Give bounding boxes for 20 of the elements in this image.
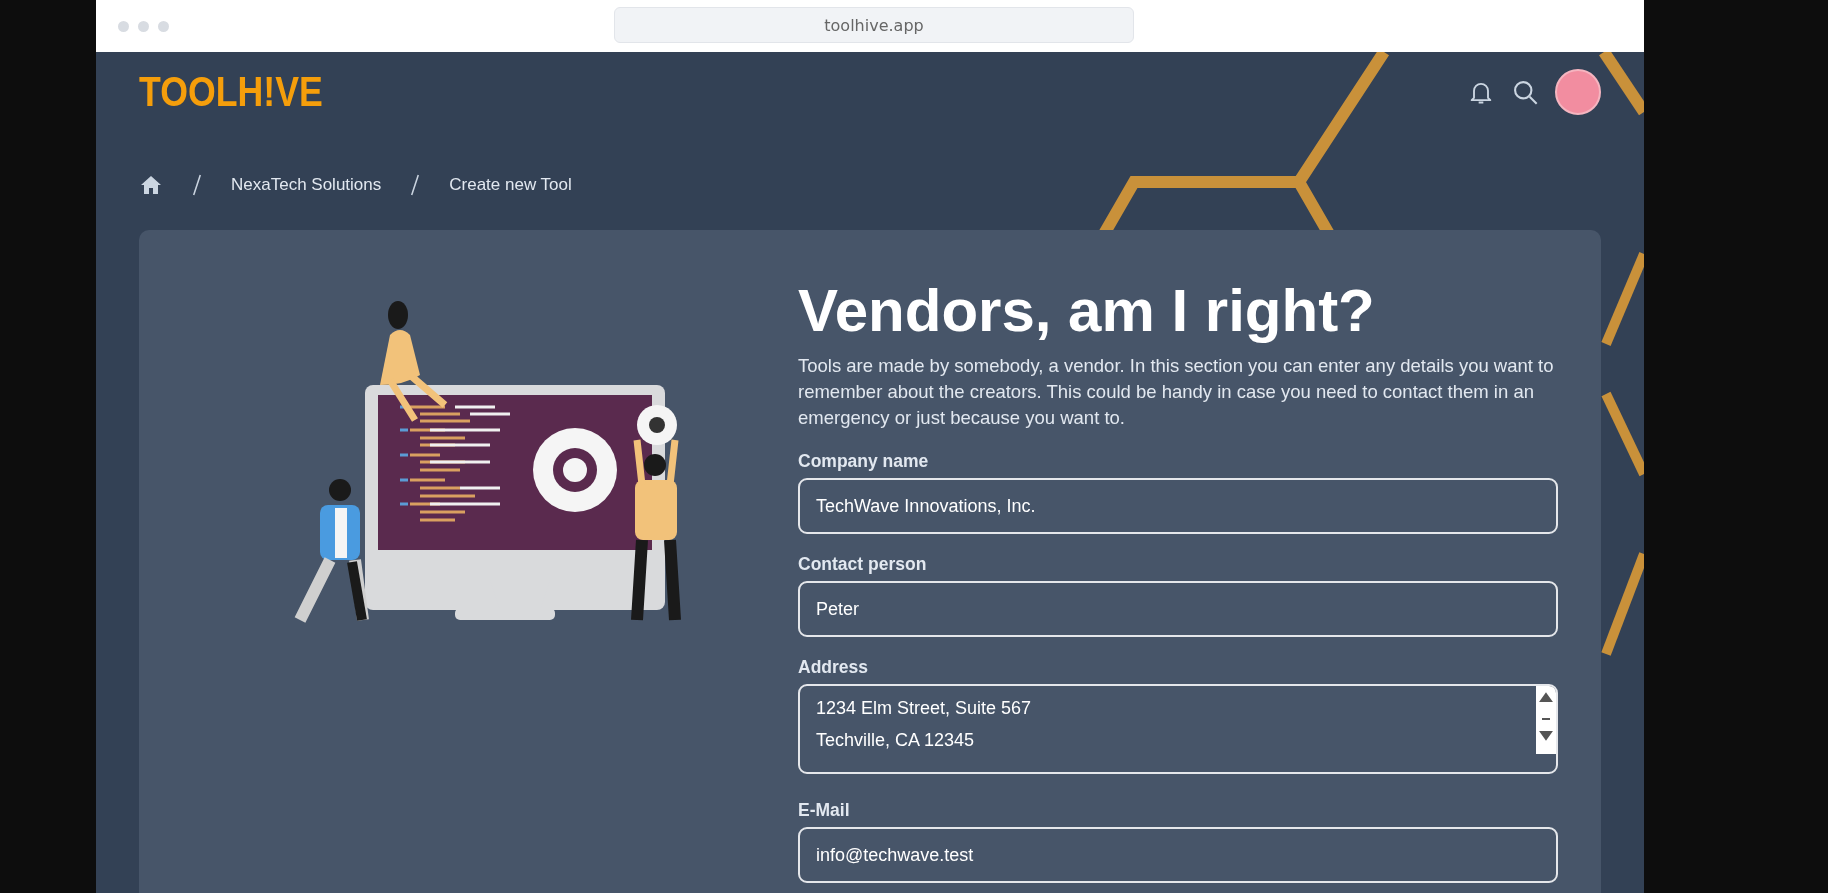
breadcrumb-separator-icon	[191, 174, 203, 196]
toolhive-logo[interactable]: TOOLH!VE	[139, 68, 323, 116]
user-avatar[interactable]	[1555, 69, 1601, 115]
breadcrumb-link[interactable]: Create new Tool	[449, 175, 572, 195]
section-description: Tools are made by somebody, a vendor. In this section you can enter any details you want to remember about the creators. This could be handy in case you need to contact them in an emergency or just because you want to.	[798, 354, 1555, 430]
text-input-field[interactable]: info@techwave.test	[798, 827, 1558, 883]
home-icon[interactable]	[139, 173, 163, 197]
search-icon[interactable]	[1511, 78, 1539, 106]
field-label: Contact person	[798, 554, 928, 575]
field-label: Address	[798, 657, 870, 678]
text-input-field[interactable]: Peter	[798, 581, 1558, 637]
field-label: Company name	[798, 451, 930, 472]
breadcrumb-link[interactable]: NexaTech Solutions	[231, 175, 382, 195]
breadcrumb-separator-icon	[409, 174, 422, 196]
section-title: Vendors, am I right?	[798, 276, 1376, 345]
field-label: E-Mail	[798, 800, 851, 821]
address-textarea[interactable]: 1234 Elm Street, Suite 567 Techville, CA 12345	[798, 684, 1558, 774]
address-bar[interactable]: toolhive.app	[614, 7, 1134, 43]
text-input-field[interactable]: TechWave Innovations, Inc.	[798, 478, 1558, 534]
window-dots-icon	[118, 20, 169, 32]
